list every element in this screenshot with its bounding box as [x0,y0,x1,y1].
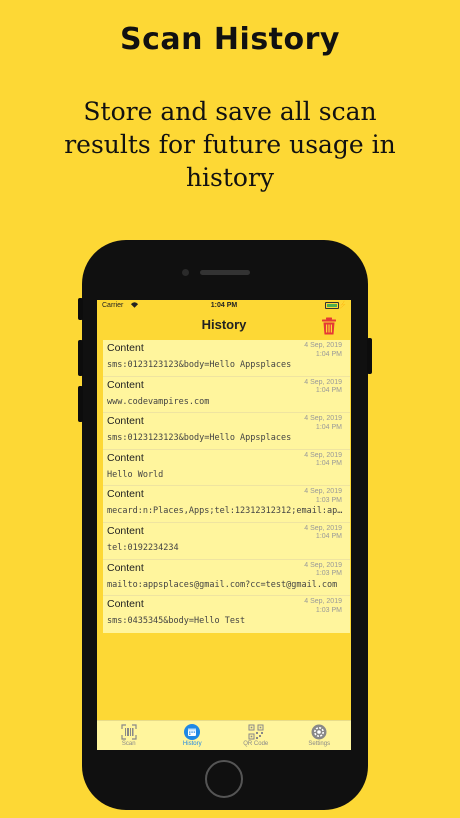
item-time: 1:04 PM [315,387,342,395]
item-content: tel:0192234234 [107,542,179,553]
battery-icon [325,302,339,309]
item-title: Content [107,598,144,611]
item-content: www.codevampires.com [107,396,210,407]
item-date: 4 Sep, 2019 [304,524,342,532]
item-content: mecard:n:Places,Apps;tel:12312312312;ema… [107,506,346,517]
item-timestamp: 4 Sep, 2019 1:04 PM [304,415,342,432]
item-timestamp: 4 Sep, 2019 1:04 PM [304,452,342,469]
home-button[interactable] [205,760,243,798]
phone-speaker [200,270,250,275]
item-title: Content [107,451,144,464]
status-bar: Carrier 1:04 PM ⚡ [97,300,351,313]
history-item[interactable]: Content 4 Sep, 2019 1:03 PM mecard:n:Plac… [103,486,350,523]
gear-icon [311,724,327,740]
history-item[interactable]: Content 4 Sep, 2019 1:03 PM sms:0435345&b… [103,596,350,633]
item-date: 4 Sep, 2019 [304,561,342,569]
item-title: Content [107,561,144,574]
tab-settings[interactable]: Settings [288,721,352,750]
history-item[interactable]: Content 4 Sep, 2019 1:03 PM mailto:appspl… [103,560,350,597]
item-time: 1:03 PM [315,496,342,504]
tab-history[interactable]: History [161,721,225,750]
phone-side-button [78,298,83,320]
history-item[interactable]: Content 4 Sep, 2019 1:04 PM sms:012312312… [103,413,350,450]
qr-code-icon [248,724,264,740]
item-title: Content [107,342,144,354]
item-title: Content [107,488,144,501]
item-date: 4 Sep, 2019 [304,451,342,459]
tab-qr-code[interactable]: QR Code [224,721,288,750]
item-time: 1:04 PM [315,350,342,358]
nav-bar: History [97,313,351,340]
tab-bar: Scan History QR Code Settings [97,720,351,750]
history-item[interactable]: Content 4 Sep, 2019 1:04 PM www.codevampi… [103,377,350,414]
promo-title: Scan History [120,22,340,57]
phone-volume-up [78,340,83,376]
item-timestamp: 4 Sep, 2019 1:04 PM [304,525,342,542]
item-title: Content [107,524,144,537]
item-date: 4 Sep, 2019 [304,342,342,349]
tab-label: Settings [308,741,331,747]
history-list: Content 4 Sep, 2019 1:04 PM sms:012312312… [103,340,350,633]
tab-label: History [182,741,202,747]
item-content: Hello World [107,469,164,480]
item-time: 1:04 PM [315,423,342,431]
charging-icon: ⚡ [338,302,347,309]
item-content: mailto:appsplaces@gmail.com?cc=test@gmai… [107,579,338,590]
status-time: 1:04 PM [210,302,238,309]
item-date: 4 Sep, 2019 [304,378,342,386]
history-item[interactable]: Content 4 Sep, 2019 1:04 PM sms:012312312… [103,340,350,377]
item-timestamp: 4 Sep, 2019 1:04 PM [304,379,342,396]
item-content: sms:0435345&body=Hello Test [107,616,246,627]
phone-volume-down [78,386,83,422]
trash-icon[interactable] [321,317,337,335]
item-time: 1:03 PM [315,606,342,614]
item-time: 1:04 PM [315,460,342,468]
calendar-icon [184,724,201,740]
history-item[interactable]: Content 4 Sep, 2019 1:04 PM Hello World [103,450,350,487]
item-time: 1:04 PM [315,533,342,541]
item-content: sms:0123123123&body=Hello Appsplaces [107,433,292,444]
tab-label: Scan [121,741,136,747]
phone-power-button [367,338,372,374]
barcode-scan-icon [121,724,137,740]
item-date: 4 Sep, 2019 [304,598,342,606]
page-title: History [201,317,247,332]
item-timestamp: 4 Sep, 2019 1:03 PM [304,562,342,579]
item-timestamp: 4 Sep, 2019 1:03 PM [304,488,342,505]
item-timestamp: 4 Sep, 2019 1:03 PM [304,598,342,615]
item-title: Content [107,415,144,428]
promo-subtitle: Store and save all scan results for futu… [64,97,396,192]
tab-label: QR Code [243,741,269,747]
item-title: Content [107,378,144,391]
item-date: 4 Sep, 2019 [304,415,342,423]
phone-camera [182,269,189,276]
tab-scan[interactable]: Scan [97,721,161,750]
item-date: 4 Sep, 2019 [304,488,342,496]
history-item[interactable]: Content 4 Sep, 2019 1:04 PM tel:019223423… [103,523,350,560]
app-screen: Carrier 1:04 PM ⚡ History Content 4 Sep,… [97,300,351,750]
item-content: sms:0123123123&body=Hello Appsplaces [107,360,292,370]
item-time: 1:03 PM [315,570,342,578]
item-timestamp: 4 Sep, 2019 1:04 PM [304,342,342,359]
